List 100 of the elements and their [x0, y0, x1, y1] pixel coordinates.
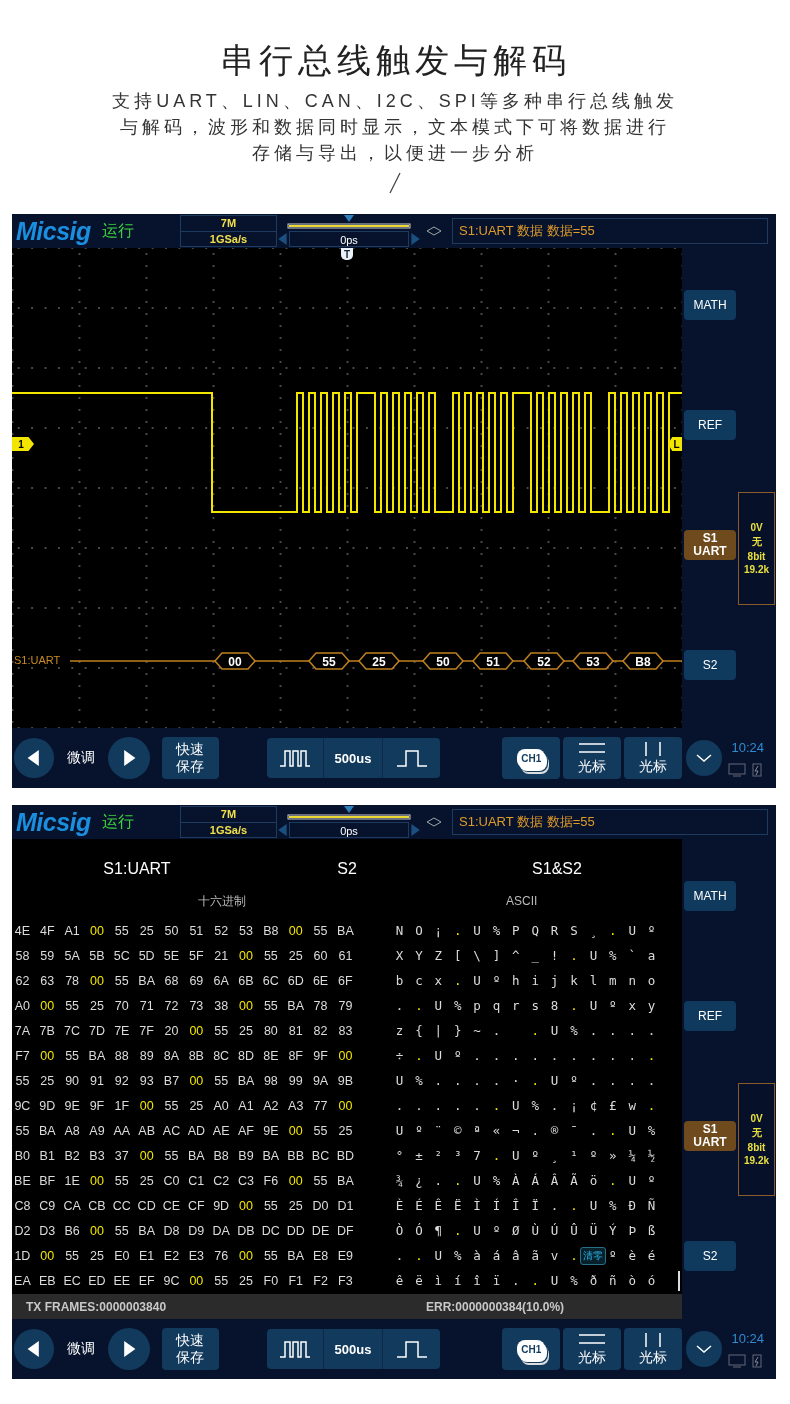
ascii-char: º	[647, 1173, 656, 1188]
acquisition-box[interactable]: 7M 1GSa/s	[180, 806, 277, 838]
bus-setting: 19.2k	[744, 1155, 769, 1166]
hex-byte: 72	[164, 998, 179, 1013]
hex-byte: DC	[261, 1223, 280, 1238]
bus-tab[interactable]: S2	[337, 859, 357, 879]
hex-byte: AD	[187, 1123, 205, 1138]
run-state[interactable]: 运行	[102, 811, 180, 833]
acquisition-box[interactable]: 7M 1GSa/s	[180, 215, 277, 247]
ascii-char: ¡	[570, 1098, 578, 1113]
hex-byte: 6E	[312, 973, 329, 988]
channel-button[interactable]: REF	[684, 410, 736, 440]
ascii-char: ½	[647, 1148, 656, 1163]
ascii-char: .	[453, 1073, 462, 1088]
hex-byte: 7F	[139, 1023, 154, 1038]
hex-byte: 9C	[163, 1273, 180, 1288]
channel-marker[interactable]: 1	[12, 437, 34, 451]
brand-logo: Micsig	[16, 216, 92, 246]
hex-byte: 00	[90, 1173, 104, 1188]
ascii-char: .	[570, 948, 578, 963]
quick-save-button[interactable]: 快速保存	[161, 1328, 219, 1370]
ascii-char: Þ	[628, 1223, 636, 1238]
ascii-char: .	[415, 1048, 423, 1063]
channel-button[interactable]: MATH	[684, 881, 736, 911]
previous-button[interactable]	[14, 738, 54, 778]
hex-byte: 55	[114, 973, 129, 988]
hex-byte: B8	[263, 923, 279, 938]
next-button[interactable]	[107, 737, 150, 779]
ascii-char: .	[492, 1098, 501, 1113]
decoded-byte: 55	[308, 652, 350, 670]
ascii-char: v	[550, 1248, 559, 1263]
ascii-char: ¬	[512, 1123, 520, 1138]
expand-button[interactable]	[686, 740, 722, 776]
trigger-level-marker[interactable]: L	[668, 437, 682, 451]
ascii-char: ¸	[589, 923, 598, 938]
ascii-char: U	[512, 1148, 520, 1163]
decoded-byte: 00	[214, 652, 256, 670]
decoded-byte: 25	[358, 652, 400, 670]
cursor-button[interactable]: 光标	[563, 737, 622, 779]
channel-button[interactable]: REF	[684, 1001, 736, 1031]
hex-byte: B8	[213, 1148, 229, 1163]
single-pulse-icon	[395, 1339, 428, 1359]
hex-byte: A0	[213, 1098, 229, 1113]
hex-byte: 00	[338, 1098, 353, 1113]
run-state[interactable]: 运行	[102, 220, 180, 242]
hex-byte: D2	[14, 1223, 31, 1238]
trigger-info[interactable]: S1:UART 数据 数据=55	[452, 809, 768, 835]
cursor-button[interactable]: 光标	[624, 1328, 683, 1370]
ascii-char: U	[434, 1048, 443, 1063]
hex-byte: 62	[15, 973, 30, 988]
hex-byte: EC	[63, 1273, 81, 1288]
channel-button[interactable]: S2	[684, 650, 736, 680]
ascii-char: .	[570, 1198, 578, 1213]
time-offset[interactable]: 0ps	[289, 822, 409, 838]
ascii-char: %	[492, 923, 501, 938]
trigger-info[interactable]: S1:UART 数据 数据=55	[452, 218, 768, 244]
hex-byte: BA	[337, 923, 354, 938]
channel-button[interactable]: S1 UART	[684, 1121, 736, 1151]
cursor-button[interactable]: 光标	[563, 1328, 622, 1370]
channel-button[interactable]: MATH	[684, 290, 736, 320]
previous-button[interactable]	[14, 1329, 54, 1369]
ascii-char: U	[434, 998, 443, 1013]
hex-byte: F0	[263, 1273, 279, 1288]
time-offset[interactable]: 0ps	[289, 231, 409, 247]
quick-save-button[interactable]: 快速保存	[161, 737, 219, 779]
next-button[interactable]	[107, 1328, 150, 1370]
hex-byte: 91	[90, 1073, 104, 1088]
channel-button[interactable]: S2	[684, 1241, 736, 1271]
expand-button[interactable]	[686, 1331, 722, 1367]
ascii-char: ·	[512, 1073, 520, 1088]
ascii-char: È	[395, 1198, 404, 1213]
hex-byte: 55	[114, 923, 129, 938]
trigger-marker[interactable]: T	[341, 248, 353, 260]
hex-byte: ED	[88, 1273, 106, 1288]
cursor-button[interactable]: 光标	[624, 737, 683, 779]
hex-byte: 5A	[64, 948, 80, 963]
ascii-char: .	[628, 1048, 636, 1063]
ascii-char: ¸	[550, 1148, 559, 1163]
ascii-char: .	[531, 1273, 539, 1288]
channel-button[interactable]: CH1	[502, 1328, 561, 1370]
hex-byte: 90	[65, 1073, 80, 1088]
status-icons	[728, 762, 764, 777]
ascii-char: U	[473, 1223, 481, 1238]
hex-byte: AB	[138, 1123, 155, 1138]
channel-button[interactable]: CH1	[502, 737, 561, 779]
pulse-train-icon	[278, 1339, 311, 1359]
ascii-char: à	[473, 1248, 481, 1263]
ascii-char: º	[492, 1223, 501, 1238]
ascii-char: .	[492, 1023, 501, 1038]
ascii-char: £	[609, 1098, 617, 1113]
hex-byte: 7C	[64, 1023, 81, 1038]
ascii-char: ¯	[570, 1123, 578, 1138]
scrollbar-thumb[interactable]	[678, 1271, 680, 1291]
channel-button[interactable]: S1 UART	[684, 530, 736, 560]
ascii-char: .	[415, 1248, 423, 1263]
hex-byte: 00	[288, 1173, 303, 1188]
ascii-char: i	[531, 973, 539, 988]
clear-button[interactable]: 清零	[580, 1246, 607, 1265]
bus-tab[interactable]: S1:UART	[103, 859, 171, 879]
bus-tab[interactable]: S1&S2	[532, 859, 582, 879]
